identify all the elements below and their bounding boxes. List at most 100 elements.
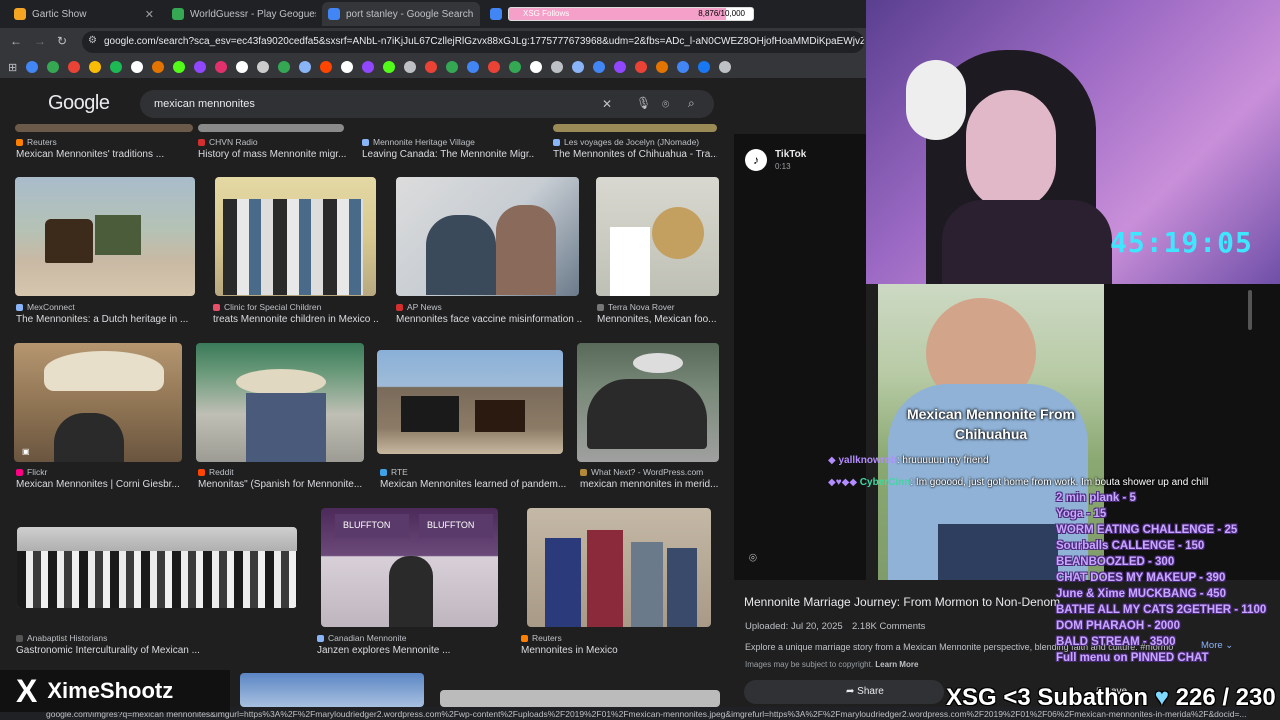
image-thumbnail[interactable]: [240, 673, 424, 707]
spotify-icon[interactable]: [110, 61, 123, 73]
result-caption[interactable]: Janzen explores Mennonite ...: [317, 645, 499, 656]
bookmark-icon[interactable]: [425, 61, 438, 73]
source-label: MexConnect: [27, 302, 75, 312]
image-thumbnail[interactable]: [440, 690, 720, 707]
image-thumbnail[interactable]: [377, 350, 563, 454]
bookmark-icon[interactable]: [551, 61, 564, 73]
result-caption[interactable]: The Mennonites of Chihuahua - Tra...: [553, 149, 717, 160]
image-thumbnail[interactable]: [215, 177, 376, 296]
image-thumbnail[interactable]: [527, 508, 711, 627]
learn-more-link[interactable]: Learn More: [875, 660, 918, 669]
copyright-note: Images may be subject to copyright. Lear…: [745, 660, 918, 669]
site-favicon-icon: [317, 634, 324, 642]
tab-gartic[interactable]: Gartic Show ✕: [8, 2, 160, 26]
kick-icon[interactable]: [173, 61, 186, 73]
forward-icon[interactable]: →: [34, 34, 46, 48]
bookmark-icon[interactable]: [299, 61, 312, 73]
site-info-icon[interactable]: ⚙: [88, 35, 97, 46]
bookmark-icon[interactable]: [89, 61, 102, 73]
image-thumbnail[interactable]: [553, 124, 717, 132]
bookmark-icon[interactable]: [593, 61, 606, 73]
result-caption[interactable]: Leaving Canada: The Mennonite Migr...: [362, 149, 534, 160]
result-caption[interactable]: mexican mennonites in merid...: [580, 479, 720, 490]
result-caption[interactable]: The Mennonites: a Dutch heritage in ...: [16, 314, 196, 325]
result-caption[interactable]: Mexican Mennonites learned of pandem...: [380, 479, 566, 490]
instagram-icon[interactable]: [215, 61, 228, 73]
bookmark-icon[interactable]: [530, 61, 543, 73]
bookmark-icon[interactable]: [572, 61, 585, 73]
result-caption[interactable]: Gastronomic Interculturality of Mexican …: [16, 645, 296, 656]
bookmark-icon[interactable]: [656, 61, 669, 73]
microphone-icon[interactable]: 🎙: [636, 96, 651, 110]
bookmark-icon[interactable]: [383, 61, 396, 73]
tab-xsg-follows[interactable]: XSG Follows 8,876/10,000: [486, 2, 760, 26]
bookmark-icon[interactable]: [488, 61, 501, 73]
tab-worldguessr[interactable]: WorldGuessr - Play Geoguessr ✕: [166, 2, 316, 26]
image-thumbnail[interactable]: [17, 527, 297, 608]
source-label: Reuters: [27, 137, 57, 147]
result-caption[interactable]: treats Mennonite children in Mexico ...: [213, 314, 378, 325]
menu-item: BALD STREAM - 3500: [1056, 636, 1176, 648]
image-thumbnail[interactable]: [196, 343, 364, 462]
image-thumbnail[interactable]: ▣: [14, 343, 182, 462]
image-thumbnail[interactable]: [15, 177, 195, 296]
result-caption[interactable]: Menonitas" (Spanish for Mennonite...: [198, 479, 364, 490]
menu-item: BEANBOOZLED - 300: [1056, 556, 1175, 568]
preview-title[interactable]: Mennonite Marriage Journey: From Mormon …: [744, 595, 1060, 609]
source-label: Terra Nova Rover: [608, 302, 675, 312]
image-thumbnail[interactable]: BLUFFTON BLUFFTON: [321, 508, 498, 627]
bookmark-icon[interactable]: [68, 61, 81, 73]
bookmark-icon[interactable]: [47, 61, 60, 73]
bookmark-icon[interactable]: [152, 61, 165, 73]
search-icon[interactable]: ⌕: [688, 96, 695, 111]
x-icon[interactable]: [236, 61, 249, 73]
result-caption[interactable]: History of mass Mennonite migr...: [198, 149, 346, 160]
result-caption[interactable]: Mennonites, Mexican foo...: [597, 314, 719, 325]
image-thumbnail[interactable]: [596, 177, 719, 296]
share-button[interactable]: [744, 680, 944, 704]
twitch-icon[interactable]: [194, 61, 207, 73]
bookmark-icon[interactable]: [467, 61, 480, 73]
close-icon[interactable]: ✕: [145, 8, 154, 21]
reddit-icon[interactable]: [320, 61, 333, 73]
bookmark-icon[interactable]: [635, 61, 648, 73]
lens-icon[interactable]: ⌾: [662, 97, 669, 112]
result-caption[interactable]: Mennonites face vaccine misinformation .…: [396, 314, 582, 325]
tab-google-search[interactable]: port stanley - Google Search ✕: [322, 2, 480, 26]
subathon-timer: 45:19:05: [1110, 226, 1253, 259]
facebook-icon[interactable]: [698, 61, 711, 73]
address-bar[interactable]: google.com/search?sca_esv=ec43fa9020cedf…: [82, 31, 864, 53]
x-icon[interactable]: [131, 61, 144, 73]
menu-item: June & Xime MUCKBANG - 450: [1056, 588, 1226, 600]
result-caption[interactable]: Mexican Mennonites | Corni Giesbr...: [16, 479, 182, 490]
close-icon[interactable]: ✕: [479, 8, 480, 21]
back-icon[interactable]: ←: [10, 34, 22, 48]
result-caption[interactable]: Mexican Mennonites' traditions ...: [16, 149, 192, 160]
bookmark-icon[interactable]: [509, 61, 522, 73]
clear-icon[interactable]: ✕: [602, 97, 612, 111]
bookmark-icon[interactable]: [446, 61, 459, 73]
address-url: google.com/search?sca_esv=ec43fa9020cedf…: [104, 36, 864, 47]
search-input[interactable]: mexican mennonites: [154, 98, 255, 110]
follows-count: 8,876/10,000: [698, 9, 745, 18]
reload-icon[interactable]: ↻: [57, 34, 67, 48]
bookmark-icon[interactable]: [257, 61, 270, 73]
bookmark-icon[interactable]: [719, 61, 732, 73]
bookmark-icon[interactable]: [614, 61, 627, 73]
bookmark-icon[interactable]: [26, 61, 39, 73]
image-thumbnail[interactable]: [577, 343, 719, 462]
panel-source[interactable]: TikTok: [775, 149, 806, 160]
image-thumbnail[interactable]: [396, 177, 579, 296]
image-thumbnail[interactable]: [15, 124, 193, 132]
bookmark-icon[interactable]: [677, 61, 690, 73]
scrollbar[interactable]: [1248, 290, 1252, 330]
bookmark-icon[interactable]: [404, 61, 417, 73]
result-caption[interactable]: Mennonites in Mexico: [521, 645, 711, 656]
bookmark-icon[interactable]: [341, 61, 354, 73]
apps-icon[interactable]: ⊞: [8, 61, 17, 74]
lens-icon[interactable]: ⌾: [749, 550, 757, 566]
image-thumbnail[interactable]: [198, 124, 344, 132]
google-logo[interactable]: Google: [48, 92, 110, 115]
bookmark-icon[interactable]: [362, 61, 375, 73]
bookmark-icon[interactable]: [278, 61, 291, 73]
